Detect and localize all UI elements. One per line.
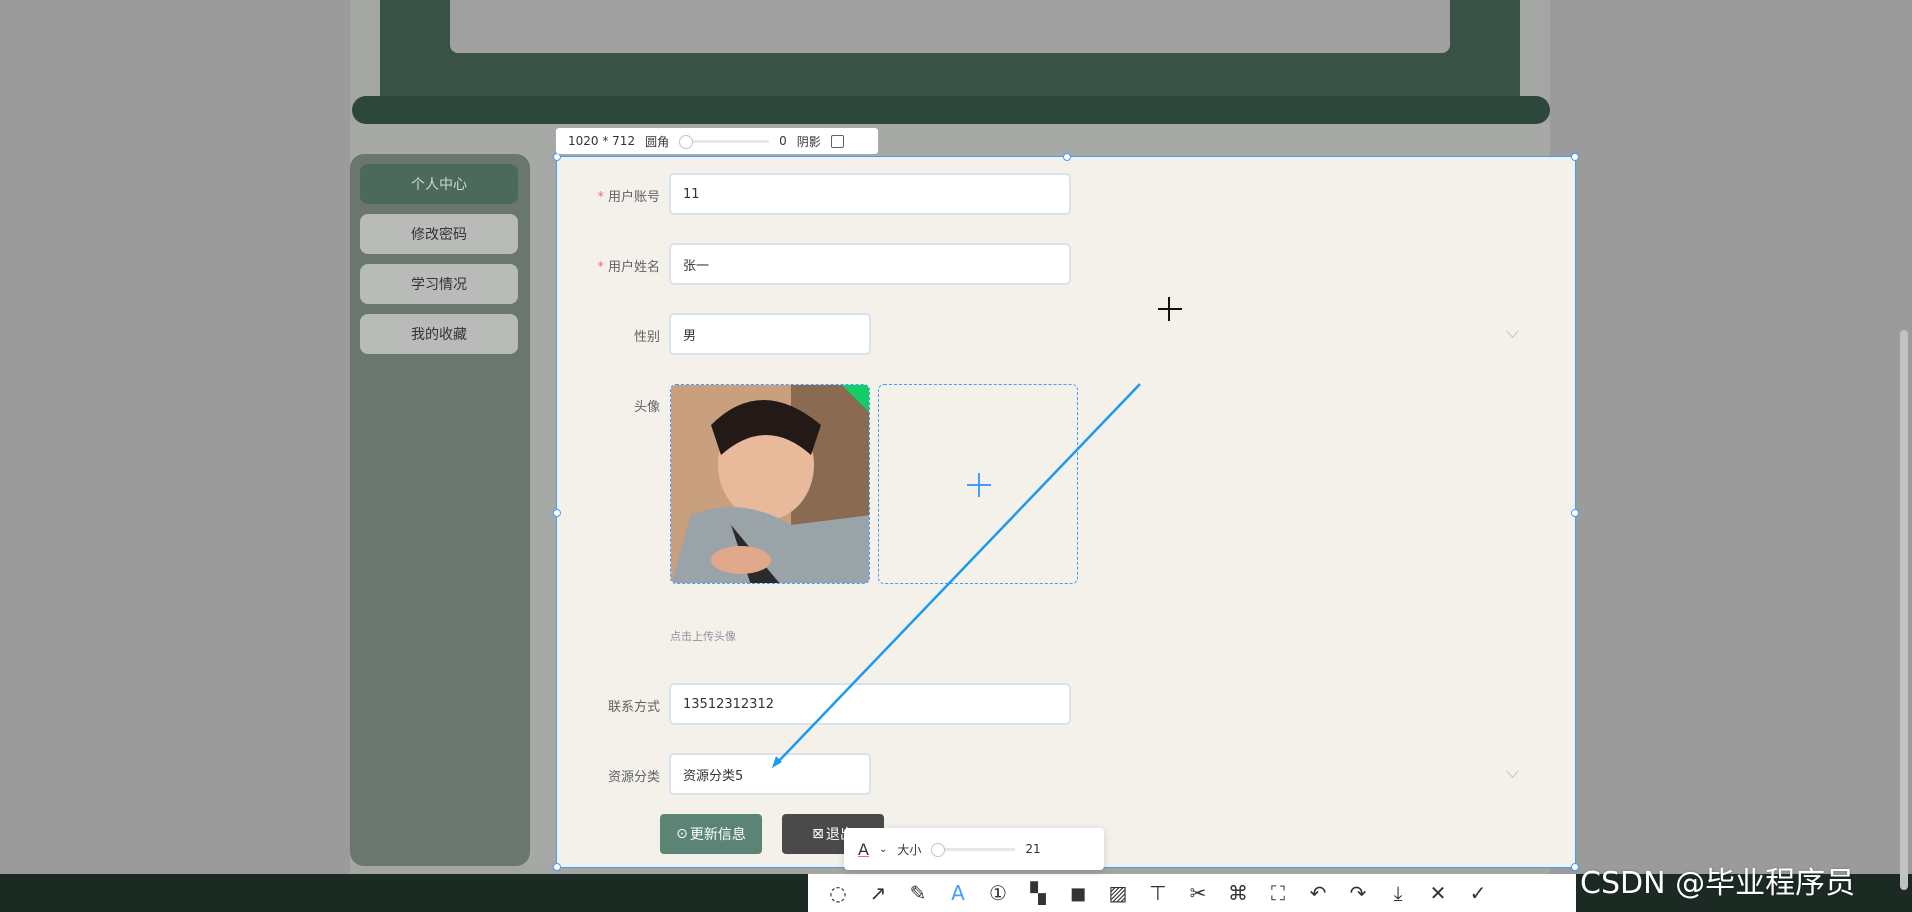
shape-icon[interactable]: ◌ xyxy=(818,874,858,912)
blur-icon[interactable]: ◼ xyxy=(1058,874,1098,912)
text-icon[interactable]: A xyxy=(938,874,978,912)
pin-icon[interactable]: ⊤ xyxy=(1138,874,1178,912)
snip-toolbar: ◌ ↗ ✎ A ① ▚ ◼ ▨ ⊤ ✂ ⌘ ⛶ ↶ ↷ ⤓ ✕ ✓ xyxy=(808,874,1576,912)
radius-label: 圆角 xyxy=(645,134,670,149)
confirm-icon[interactable]: ✓ xyxy=(1458,874,1498,912)
mosaic-icon[interactable]: ▚ xyxy=(1018,874,1058,912)
watermark: CSDN @毕业程序员 xyxy=(1580,866,1856,901)
crosshair-icon xyxy=(1158,297,1182,321)
arrow-annotation xyxy=(772,383,1141,768)
close-icon[interactable]: ✕ xyxy=(1418,874,1458,912)
size-value: 21 xyxy=(1025,842,1041,856)
shadow-checkbox[interactable] xyxy=(830,134,844,148)
slider-handle[interactable] xyxy=(931,842,946,857)
scissors-icon[interactable]: ✂ xyxy=(1178,874,1218,912)
slider-handle[interactable] xyxy=(679,134,694,149)
arrow-icon[interactable]: ↗ xyxy=(858,874,898,912)
redo-icon[interactable]: ↷ xyxy=(1338,874,1378,912)
radius-slider[interactable] xyxy=(679,134,770,149)
shadow-label: 阴影 xyxy=(796,134,821,149)
undo-icon[interactable]: ↶ xyxy=(1298,874,1338,912)
text-color-icon[interactable]: A xyxy=(858,840,869,859)
radius-value: 0 xyxy=(779,134,787,148)
ocr-icon[interactable]: ⛶ xyxy=(1258,874,1298,912)
annotation-layer xyxy=(772,297,1182,768)
text-size-popup: A ⌄ 大小 21 xyxy=(844,828,1104,870)
scrollbar[interactable] xyxy=(1900,330,1908,890)
size-label: 大小 xyxy=(897,842,922,857)
translate-icon[interactable]: ⌘ xyxy=(1218,874,1258,912)
size-slider[interactable] xyxy=(931,842,1016,857)
pen-icon[interactable]: ✎ xyxy=(898,874,938,912)
hatch-icon[interactable]: ▨ xyxy=(1098,874,1138,912)
snip-info-bar: 1020 * 712 圆角 0 阴影 xyxy=(556,128,878,154)
download-icon[interactable]: ⤓ xyxy=(1378,874,1418,912)
number-icon[interactable]: ① xyxy=(978,874,1018,912)
caret-down-icon[interactable]: ⌄ xyxy=(879,844,887,855)
selection-dimensions: 1020 * 712 xyxy=(568,134,636,148)
